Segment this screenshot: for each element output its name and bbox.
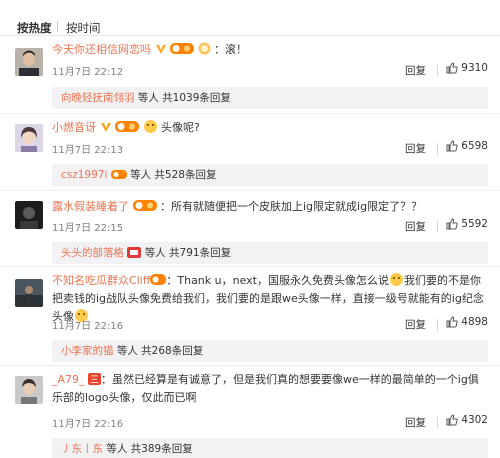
comment-date: 11月7日 22:15: [52, 223, 124, 234]
reply-button[interactable]: 回复: [405, 63, 426, 78]
fan-badge-icon: [110, 170, 127, 179]
reply-user-link[interactable]: 向晚轻抚南翎羽: [61, 92, 135, 104]
avatar[interactable]: [15, 376, 43, 404]
like-count: 4898: [461, 316, 488, 328]
comment-text: ：所有就随便把一个皮肤加上ig限定就成ig限定了？？: [160, 200, 423, 213]
reply-summary[interactable]: csz1997i 等人 共528条回复: [52, 164, 488, 186]
reply-user-link[interactable]: 头头的部落格: [61, 247, 124, 259]
comment-date: 11月7日 22:16: [52, 419, 124, 430]
like-button[interactable]: 6598: [446, 140, 488, 152]
thinking-emoji-icon: [143, 120, 157, 133]
thumbs-up-icon: [446, 62, 458, 74]
comment-date: 11月7日 22:13: [52, 145, 124, 156]
reply-button[interactable]: 回复: [405, 141, 426, 156]
reply-summary[interactable]: 头头的部落格 等人 共791条回复: [52, 242, 488, 264]
meta-divider: [437, 65, 438, 76]
tab-divider: [57, 21, 58, 32]
thumbs-up-icon: [446, 140, 458, 152]
like-button[interactable]: 5592: [446, 218, 488, 230]
meta-divider: [437, 417, 438, 428]
reply-button[interactable]: 回复: [405, 317, 426, 332]
meta-divider: [437, 319, 438, 330]
live-badge-icon: [127, 247, 142, 258]
username[interactable]: 不知名吃瓜群众Cliff: [52, 274, 150, 287]
like-button[interactable]: 4898: [446, 316, 488, 328]
like-count: 6598: [461, 140, 488, 152]
reply-summary[interactable]: 向晚轻抚南翎羽 等人 共1039条回复: [52, 87, 488, 109]
comment-text: 头像呢?: [161, 121, 200, 134]
like-count: 9310: [461, 62, 488, 74]
like-button[interactable]: 9310: [446, 62, 488, 74]
fan-badge-icon: [115, 121, 139, 132]
avatar[interactable]: [15, 48, 43, 76]
thumbs-up-icon: [446, 218, 458, 230]
reply-count-text: 等人 共791条回复: [144, 247, 232, 259]
reply-count-text: 等人 共1039条回复: [137, 92, 231, 104]
vip-badge-icon: [155, 45, 166, 54]
avatar[interactable]: [15, 124, 43, 152]
comment-divider: [0, 190, 500, 191]
reply-user-link[interactable]: 小李家的猫: [61, 345, 114, 357]
meta-divider: [437, 143, 438, 154]
svg-text:三: 三: [90, 376, 99, 386]
like-button[interactable]: 4302: [446, 414, 488, 426]
thumbs-up-icon: [446, 414, 458, 426]
comment-divider: [0, 266, 500, 267]
sort-tabs: 按热度 按时间: [0, 0, 500, 36]
comment-divider: [0, 365, 500, 366]
reply-user-link[interactable]: 丿东丨东: [61, 443, 103, 455]
grin-emoji-icon: [389, 273, 403, 286]
reply-user-link[interactable]: csz1997i: [61, 169, 107, 181]
reply-button[interactable]: 回复: [405, 415, 426, 430]
reply-count-text: 等人 共389条回复: [106, 443, 193, 455]
like-count: 5592: [461, 218, 488, 230]
fan-badge-icon: [132, 200, 157, 211]
username[interactable]: 露水假装睡着了: [52, 200, 129, 213]
reply-summary[interactable]: 丿东丨东 等人 共389条回复: [52, 438, 488, 458]
fan-badge-icon: [170, 43, 194, 54]
comment-text: ：Thank u，next，国服永久免费头像怎么说: [166, 274, 389, 287]
thumbs-up-icon: [446, 316, 458, 328]
member-badge-icon: [198, 42, 210, 55]
like-count: 4302: [461, 414, 488, 426]
comment-divider: [0, 113, 500, 114]
vip-badge-icon: [100, 123, 111, 132]
avatar[interactable]: [15, 279, 43, 307]
comment-date: 11月7日 22:16: [52, 321, 124, 332]
comment-text: ：虽然已经算是有诚意了，但是我们真的想要要像we一样的最简单的一个ig俱乐部的l…: [52, 373, 479, 404]
reply-count-text: 等人 共528条回复: [130, 169, 217, 181]
meta-divider: [437, 221, 438, 232]
tab-sort-time[interactable]: 按时间: [66, 20, 101, 36]
comment-text: ：滚！: [214, 43, 247, 56]
username[interactable]: 小燃音讶: [52, 121, 96, 134]
tab-sort-hot[interactable]: 按热度: [17, 20, 52, 36]
username[interactable]: 今天你还相信网恋吗: [52, 43, 151, 56]
level-badge-icon: 三: [88, 373, 102, 386]
reply-count-text: 等人 共268条回复: [116, 345, 204, 357]
username[interactable]: _A79_: [52, 373, 85, 386]
reply-summary[interactable]: 小李家的猫 等人 共268条回复: [52, 340, 488, 362]
reply-button[interactable]: 回复: [405, 219, 426, 234]
comment-date: 11月7日 22:12: [52, 67, 124, 78]
fan-badge-icon: [150, 274, 167, 285]
avatar[interactable]: [15, 201, 43, 229]
